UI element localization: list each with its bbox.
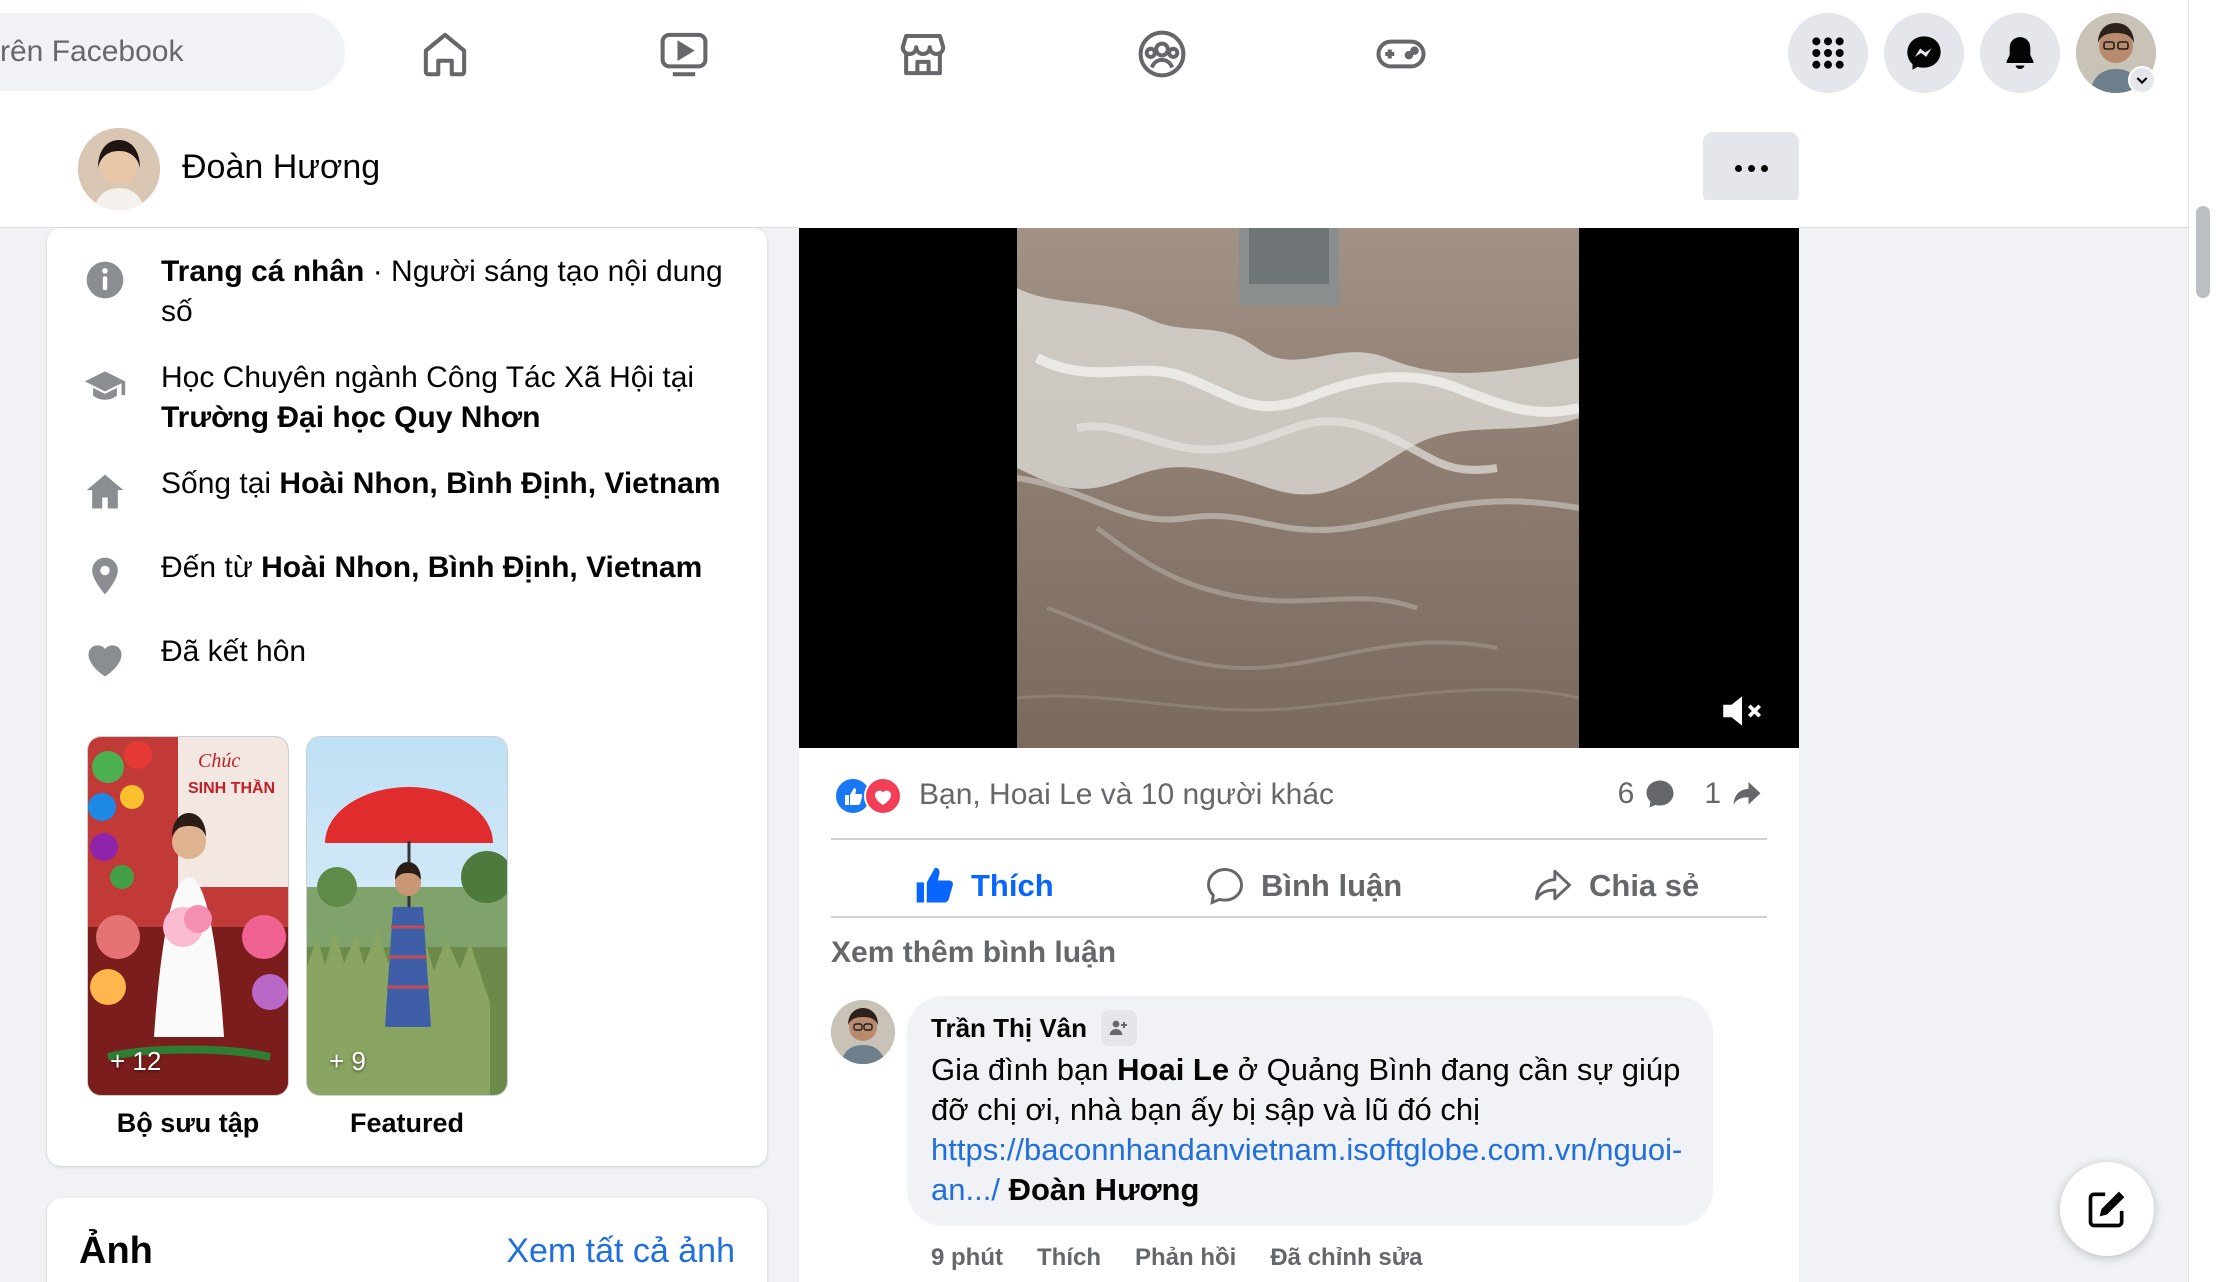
featured-label: Featured — [349, 1108, 465, 1138]
notifications-button[interactable] — [1980, 13, 2060, 93]
search-input[interactable]: rên Facebook — [0, 13, 345, 91]
share-label: Chia sẻ — [1589, 868, 1700, 903]
featured-collection-label: Bộ sưu tập — [116, 1108, 260, 1138]
more-dot — [1747, 164, 1755, 172]
thumbs-up-icon — [916, 867, 953, 903]
comment-count[interactable]: 6 — [1618, 777, 1635, 811]
comment-button[interactable]: Bình luận — [1203, 850, 1402, 922]
like-button[interactable]: Thích — [913, 850, 1054, 922]
marketplace-icon[interactable] — [875, 14, 971, 94]
messenger-button[interactable] — [1884, 13, 1964, 93]
commenter-avatar[interactable] — [831, 1000, 895, 1064]
scrollbar-thumb[interactable] — [2196, 206, 2210, 298]
intro-text: Đến từ Hoài Nhon, Bình Định, Vietnam — [161, 551, 703, 584]
mentioned-user[interactable]: Đoàn Hương — [1009, 1172, 1200, 1207]
comment-text: Gia đình bạn Hoai Le ở Quảng Bình đang c… — [931, 1052, 1683, 1207]
comment-author-name[interactable]: Trần Thị Vân — [931, 1013, 1087, 1044]
video-frame — [1017, 228, 1579, 748]
svg-text:SINH THẦN: SINH THẦN — [188, 778, 275, 797]
comment-bubble-icon — [1646, 780, 1674, 808]
account-menu-chevron-icon[interactable] — [2128, 66, 2156, 94]
featured-collection-card[interactable]: Chúc SINH THẦN + 12 — [87, 736, 289, 1096]
page-scrollbar[interactable] — [2188, 0, 2218, 1282]
comment-edited-label[interactable]: Đã chỉnh sửa — [1270, 1244, 1422, 1272]
location-pin-icon — [77, 548, 133, 604]
engagement-counts: 6 1 — [1618, 776, 1765, 812]
search-placeholder: rên Facebook — [0, 35, 184, 68]
friend-badge-icon — [1101, 1010, 1138, 1046]
share-icon — [1535, 869, 1571, 901]
new-message-button[interactable] — [2060, 1162, 2154, 1256]
groups-icon[interactable] — [1114, 14, 1210, 94]
intro-text: Đã kết hôn — [161, 635, 307, 668]
menu-grid-icon — [1812, 37, 1844, 69]
see-all-photos-link[interactable]: Xem tất cả ảnh — [506, 1232, 735, 1271]
more-options-button[interactable] — [1703, 132, 1799, 204]
comment-label: Bình luận — [1261, 868, 1403, 903]
photos-title: Ảnh — [79, 1230, 153, 1272]
divider — [831, 916, 1767, 918]
intro-text: Sống tại Hoài Nhon, Bình Định, Vietnam — [161, 467, 721, 500]
info-icon — [77, 252, 133, 308]
intro-item-relationship: Đã kết hôn — [77, 632, 306, 688]
heart-icon — [77, 632, 133, 688]
view-more-comments-link[interactable]: Xem thêm bình luận — [831, 936, 1116, 970]
featured-count: + 9 — [329, 1046, 366, 1076]
profile-avatar[interactable] — [78, 128, 160, 210]
comment-time[interactable]: 9 phút — [931, 1244, 1003, 1272]
photos-card: Ảnh Xem tất cả ảnh — [47, 1198, 767, 1282]
post-card: Bạn, Hoai Le và 10 người khác 6 1 Thích … — [799, 200, 1799, 1282]
gaming-icon[interactable] — [1353, 14, 1449, 94]
notifications-icon — [2006, 37, 2034, 69]
video-player[interactable] — [799, 228, 1799, 748]
featured-count: + 12 — [110, 1046, 162, 1076]
home-icon — [77, 464, 133, 520]
home-icon[interactable] — [397, 14, 493, 94]
comment-like-button[interactable]: Thích — [1037, 1244, 1101, 1272]
mute-toggle-icon[interactable] — [1717, 686, 1767, 736]
intro-item-profile-type: Trang cá nhân · Người sáng tạo nội dung … — [77, 252, 741, 332]
mentioned-user[interactable]: Hoai Le — [1117, 1052, 1229, 1087]
share-count[interactable]: 1 — [1704, 777, 1721, 811]
more-dot — [1760, 164, 1768, 172]
intro-text: Học Chuyên ngành Công Tác Xã Hội tại Trư… — [161, 361, 695, 434]
more-dot — [1734, 164, 1742, 172]
intro-text: Trang cá nhân · Người sáng tạo nội dung … — [161, 255, 723, 328]
featured-card[interactable]: + 9 — [306, 736, 508, 1096]
intro-item-lives-in: Sống tại Hoài Nhon, Bình Định, Vietnam — [77, 464, 721, 520]
intro-item-from: Đến từ Hoài Nhon, Bình Định, Vietnam — [77, 548, 702, 604]
comment-icon — [1207, 868, 1243, 905]
reaction-icons — [833, 776, 907, 816]
comment-bubble: Trần Thị Vân Gia đình bạn Hoai Le ở Quản… — [907, 996, 1713, 1226]
comment-author: Trần Thị Vân — [931, 1010, 1689, 1046]
like-label: Thích — [971, 868, 1054, 903]
profile-name: Đoàn Hương — [182, 148, 381, 186]
svg-text:Chúc: Chúc — [198, 750, 240, 772]
share-arrow-icon — [1733, 782, 1761, 805]
comment-reply-button[interactable]: Phản hồi — [1135, 1244, 1236, 1272]
reactions-summary[interactable]: Bạn, Hoai Le và 10 người khác 6 1 — [833, 768, 1765, 824]
intro-item-education: Học Chuyên ngành Công Tác Xã Hội tại Trư… — [77, 358, 741, 438]
comment-meta: 9 phút Thích Phản hồi Đã chỉnh sửa — [931, 1244, 1422, 1272]
share-button[interactable]: Chia sẻ — [1531, 850, 1699, 922]
messenger-icon — [1907, 36, 1941, 70]
watch-icon[interactable] — [636, 14, 732, 94]
top-navigation-bar: rên Facebook — [0, 0, 2188, 108]
compose-icon — [2088, 1191, 2125, 1228]
divider — [831, 838, 1767, 840]
menu-grid-button[interactable] — [1788, 13, 1868, 93]
education-icon — [77, 358, 133, 414]
intro-card: Trang cá nhân · Người sáng tạo nội dung … — [47, 228, 767, 1166]
reactions-text: Bạn, Hoai Le và 10 người khác — [919, 778, 1335, 811]
